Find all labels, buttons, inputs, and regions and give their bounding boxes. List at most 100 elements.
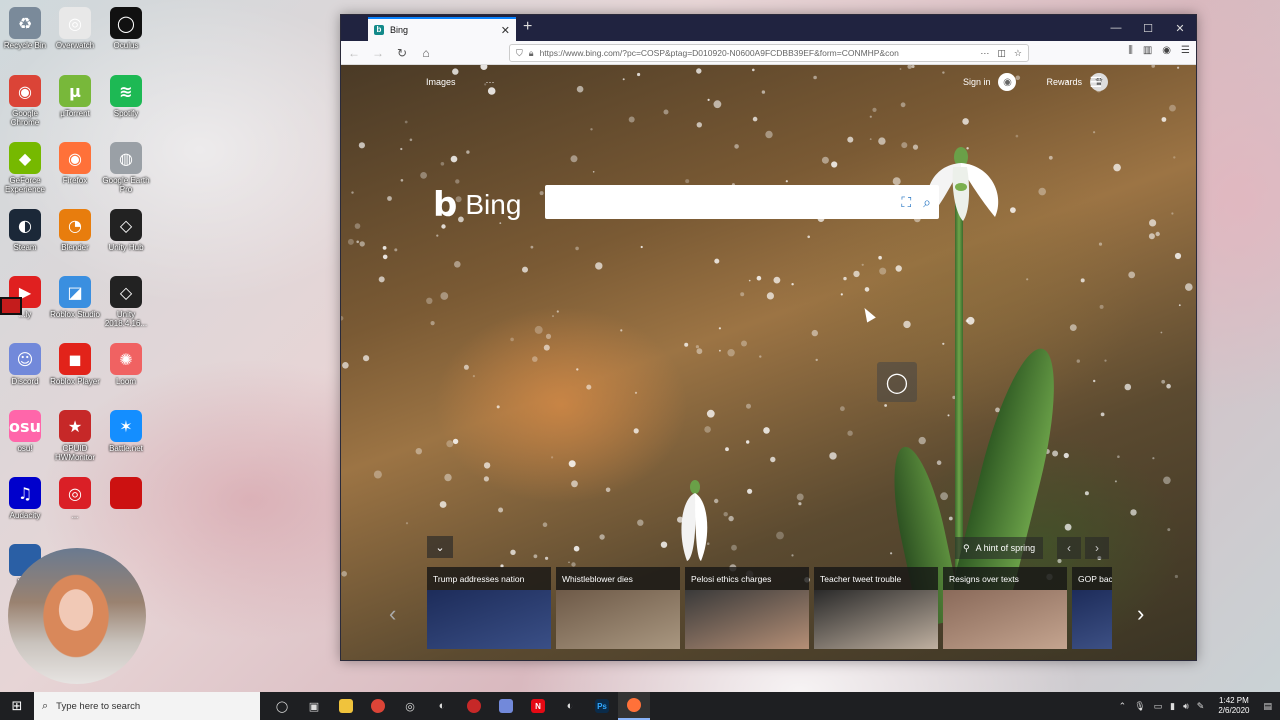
desktop-icon[interactable]: ✺ Loom [101,340,151,404]
desktop-icon[interactable]: ★ CPUID HWMonitor [50,407,100,471]
news-headline[interactable]: Whistleblower dies [556,567,680,589]
desktop-icon[interactable]: ♻ Recycle Bin [0,4,50,68]
firefox-icon[interactable] [618,692,650,720]
desktop-icon[interactable]: ◉ Google Chrome [0,72,50,136]
desktop-icon[interactable]: ◎ Overwatch [50,4,100,68]
menu-icon[interactable]: ☰ [1181,45,1190,56]
desktop-icon[interactable]: ◉ Firefox [50,139,100,203]
desktop-icon[interactable]: ◔ Blender [50,206,100,270]
desktop-icon[interactable] [101,474,151,538]
task-view-icon[interactable]: ▣ [298,692,330,720]
recording-indicator[interactable] [0,297,22,315]
news-card[interactable]: Teacher tweet trouble [814,567,938,649]
search-input[interactable] [545,185,875,219]
volume-icon[interactable]: 🔊︎ [1183,701,1189,712]
battery-icon[interactable]: ▮ [1170,701,1175,712]
bookmark-star-icon[interactable]: ☆ [1014,48,1022,59]
news-thumbnail[interactable] [685,590,809,649]
news-headline[interactable]: Trump addresses nation [427,567,551,589]
news-thumbnail[interactable] [427,590,551,649]
new-tab-button[interactable]: + [523,18,532,36]
search-icon[interactable]: ⌕ [923,194,931,211]
desktop-icon[interactable]: ◼ Roblox Player [50,340,100,404]
desktop-icon[interactable]: ◪ Roblox Studio [50,273,100,337]
desktop-icon[interactable]: ◎... [50,474,100,538]
steam-icon[interactable]: ◐ [554,692,586,720]
home-button[interactable]: ⌂ [415,46,437,60]
image-info-button[interactable]: ⚲ A hint of spring [955,537,1044,559]
news-headline[interactable]: Pelosi ethics charges [685,567,809,589]
news-headline[interactable]: GOP bac [1072,567,1112,589]
url-bar[interactable]: ⛉ 🔒︎ https://www.bing.com/?pc=COSP&ptag=… [509,44,1029,62]
next-image-button[interactable]: › [1085,537,1109,559]
news-headline[interactable]: Teacher tweet trouble [814,567,938,589]
maximize-button[interactable]: ☐ [1132,15,1164,41]
news-card[interactable]: Resigns over texts [943,567,1067,649]
account-icon[interactable]: ◉ [1162,45,1171,56]
chevron-up-icon[interactable]: ⌃ [1119,701,1127,712]
news-card[interactable]: Trump addresses nation [427,567,551,649]
desktop-icon[interactable]: ☺ Discord [0,340,50,404]
microphone-icon[interactable]: 🎙︎ [1134,701,1145,712]
news-next-arrow-icon[interactable]: › [1137,601,1144,627]
previous-image-button[interactable]: ‹ [1057,537,1081,559]
photoshop-icon[interactable]: Ps [586,692,618,720]
news-thumbnail[interactable] [556,590,680,649]
news-thumbnail[interactable] [943,590,1067,649]
rewards-link[interactable]: Rewards [1046,77,1082,87]
news-card[interactable]: Whistleblower dies [556,567,680,649]
forward-button[interactable]: → [367,46,389,60]
lens-loading-icon[interactable]: ◯ [877,362,917,402]
discord-icon[interactable] [490,692,522,720]
desktop-icon[interactable]: ◇ Unity Hub [101,206,151,270]
minimize-button[interactable]: — [1100,15,1132,41]
desktop-icon[interactable]: ◯ Oculus [101,4,151,68]
overwatch-icon[interactable]: ◎ [394,692,426,720]
news-thumbnail[interactable] [814,590,938,649]
cpuid-icon[interactable] [458,692,490,720]
chevron-down-icon[interactable]: ⌄ [427,536,453,558]
url-text[interactable]: https://www.bing.com/?pc=COSP&ptag=D0109… [540,48,975,58]
library-icon[interactable]: ⫼ [1128,45,1133,56]
news-prev-arrow-icon[interactable]: ‹ [389,601,396,627]
reload-button[interactable]: ↻ [391,46,413,60]
news-card[interactable]: Pelosi ethics charges [685,567,809,649]
sign-in-link[interactable]: Sign in [963,77,991,87]
desktop-icon[interactable]: ◆ GeForce Experience [0,139,50,203]
desktop-icon[interactable]: µ µTorrent [50,72,100,136]
oculus-icon[interactable]: ◐ [426,692,458,720]
user-avatar-icon[interactable]: ◉ [998,73,1017,91]
shield-icon[interactable]: ⛉ [516,48,523,59]
hamburger-menu-icon[interactable]: ☰ [1089,74,1102,91]
page-actions-icon[interactable]: ··· [980,48,989,59]
network-icon[interactable]: ▭ [1154,701,1163,712]
desktop-icon[interactable]: ♫ Audacity [0,474,50,538]
desktop-icon[interactable]: ◇ Unity 2018.4.16... [101,273,151,337]
tab-close-icon[interactable]: ✕ [501,24,510,37]
visual-search-icon[interactable]: ⛶ [901,194,911,211]
desktop-icon[interactable]: ◍ Google Earth Pro [101,139,151,203]
clock[interactable]: 1:42 PM 2/6/2020 [1218,696,1249,716]
windows-start-icon[interactable]: ⊞ [0,698,34,714]
desktop-icon[interactable]: ◐ Steam [0,206,50,270]
news-headline[interactable]: Resigns over texts [943,567,1067,589]
lock-icon[interactable]: 🔒︎ [529,48,534,59]
images-link[interactable]: Images [426,77,456,87]
desktop-icon[interactable]: ✶ Battle.net [101,407,151,471]
chrome-icon[interactable] [362,692,394,720]
news-card[interactable]: GOP bac [1072,567,1112,649]
desktop-icon[interactable]: osu osu! [0,407,50,471]
pen-icon[interactable]: ✎ [1197,701,1205,712]
file-explorer-icon[interactable] [330,692,362,720]
close-window-button[interactable]: ✕ [1164,15,1196,41]
netflix-icon[interactable]: N [522,692,554,720]
desktop-icon[interactable]: ≋ Spotify [101,72,151,136]
cortana-icon[interactable]: ◯ [266,692,298,720]
more-links[interactable]: ··· [486,77,495,87]
sidebar-icon[interactable]: ▥ [1143,45,1152,56]
tab-bing[interactable]: b Bing ✕ [368,17,516,41]
news-thumbnail[interactable] [1072,590,1112,649]
taskbar-search[interactable]: ⌕ Type here to search [34,692,260,720]
back-button[interactable]: ← [343,46,365,60]
pocket-icon[interactable]: ◫ [997,48,1006,59]
